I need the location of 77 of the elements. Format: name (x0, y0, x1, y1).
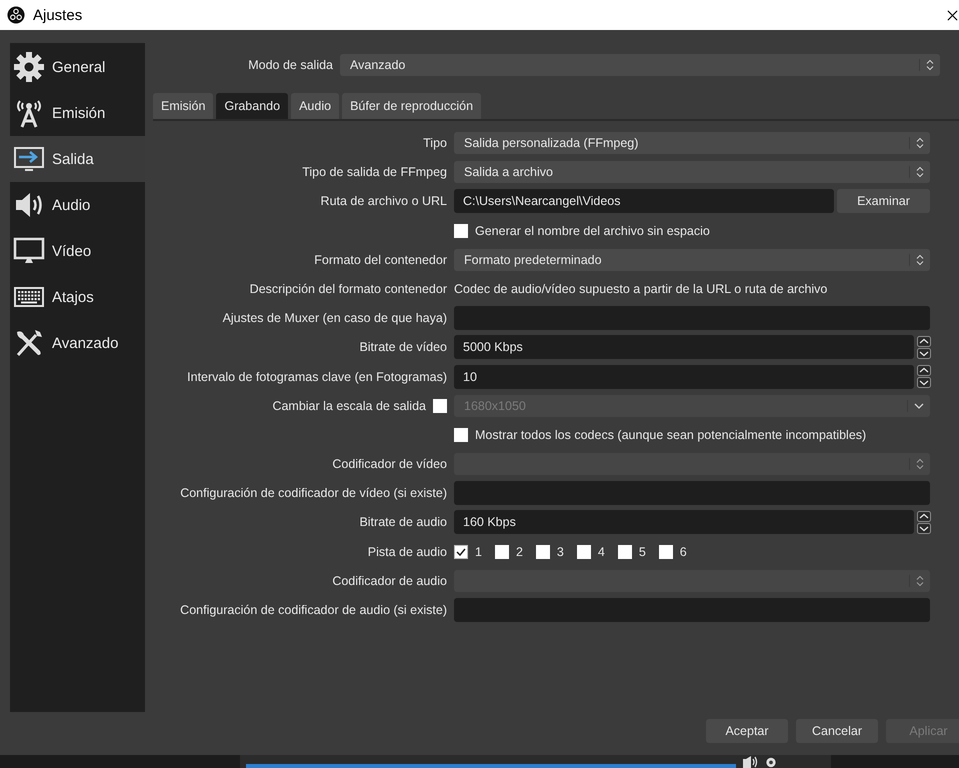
field-label: Configuración de codificador de audio (si existe) (180, 603, 447, 617)
tab[interactable]: Búfer de reproducción (342, 93, 482, 119)
field-label: Ruta de archivo o URL (320, 194, 447, 208)
input-field[interactable]: C:\Users\Nearcangel\Videos (454, 189, 834, 214)
field-label: Ajustes de Muxer (en caso de que haya) (222, 311, 447, 326)
tab[interactable]: Grabando (216, 93, 288, 119)
browse-button[interactable]: Examinar (837, 189, 930, 214)
field-label: Tipo (423, 136, 447, 150)
tab[interactable]: Emisión (153, 93, 214, 119)
checkbox-label: Generar el nombre del archivo sin espacio (475, 224, 710, 238)
spin-down-icon[interactable] (917, 522, 931, 534)
spin-up-icon[interactable] (917, 365, 931, 376)
sidebar-item[interactable]: General (10, 44, 145, 90)
up-down-arrows-icon (909, 458, 924, 470)
speaker-icon[interactable] (742, 756, 758, 768)
field-label: Tipo de salida de FFmpeg (302, 165, 447, 180)
field-label: Cambiar la escala de salida (272, 398, 426, 413)
up-down-arrows-icon (909, 166, 924, 178)
field-label: Codificador de vídeo (332, 457, 447, 472)
checkbox[interactable] (454, 544, 468, 559)
field-label: Bitrate de audio (359, 515, 447, 530)
tab[interactable]: Audio (291, 93, 340, 119)
field-label: Configuración de codificador de vídeo (si existe) (180, 486, 447, 500)
gear-icon (13, 51, 45, 83)
dialog-button[interactable]: Aceptar (706, 719, 788, 743)
sidebar-item[interactable]: Salida (10, 136, 145, 182)
field-label: Pista de audio (368, 544, 447, 559)
up-down-arrows-icon (909, 254, 924, 266)
gear-icon[interactable] (764, 755, 778, 768)
dropdown[interactable]: Salida a archivo (454, 161, 930, 184)
checkbox[interactable] (618, 544, 632, 559)
dropdown[interactable]: Formato predeterminado (454, 248, 930, 271)
description-text: Codec de audio/vídeo supuesto a partir de la URL o ruta de archivo (454, 282, 828, 296)
chevron-down-icon (907, 400, 924, 412)
checkbox-label: 1 (475, 544, 482, 559)
checkbox[interactable] (576, 544, 591, 559)
input-field[interactable] (454, 481, 930, 506)
up-down-arrows-icon (909, 574, 924, 587)
up-down-arrows-icon (919, 59, 934, 71)
input-field[interactable] (454, 306, 930, 330)
checkbox-label: 2 (516, 544, 523, 559)
window-title: Ajustes (33, 6, 82, 24)
checkbox-label: Mostrar todos los codecs (aunque sean potencialmente incompatibles) (475, 428, 866, 442)
field-label: Modo de salida (247, 58, 333, 72)
checkbox[interactable] (494, 544, 509, 559)
input-field[interactable] (454, 598, 930, 622)
dialog-button[interactable]: Cancelar (796, 719, 878, 743)
checkbox-label: 5 (638, 544, 646, 559)
sidebar-item[interactable]: Emisión (10, 90, 145, 136)
checkbox[interactable] (536, 544, 550, 559)
spin-up-icon[interactable] (917, 510, 931, 522)
field-label: Formato del contenedor (314, 252, 447, 267)
checkbox[interactable] (454, 428, 468, 442)
checkbox[interactable] (454, 224, 468, 238)
sidebar-item[interactable]: Vídeo (10, 228, 145, 274)
logo-icon (7, 6, 25, 24)
checkbox-label: 6 (680, 544, 687, 559)
field-label: Bitrate de vídeo (359, 340, 447, 354)
spin-down-icon[interactable] (917, 377, 931, 388)
number-field[interactable]: 5000 Kbps (454, 335, 914, 360)
field-label: Descripción del formato contenedor (250, 282, 447, 296)
close-icon[interactable] (947, 10, 958, 20)
number-field[interactable]: 160 Kbps (454, 510, 914, 534)
checkbox-label: 4 (598, 544, 605, 559)
up-down-arrows-icon (909, 137, 924, 149)
sidebar-item[interactable]: Atajos (10, 274, 145, 320)
number-field[interactable]: 10 (454, 364, 914, 388)
checkbox-label: 3 (556, 544, 564, 559)
sidebar-item[interactable]: Audio (10, 182, 145, 228)
field-label: Codificador de audio (332, 574, 447, 588)
spin-down-icon[interactable] (917, 348, 931, 359)
sidebar-item[interactable]: Avanzado (10, 320, 145, 366)
field-label: Intervalo de fotogramas clave (en Fotogramas) (187, 370, 447, 384)
output-mode-dropdown[interactable]: Avanzado (340, 54, 940, 76)
spin-up-icon[interactable] (917, 336, 931, 347)
dropdown[interactable]: Salida personalizada (FFmpeg) (454, 132, 930, 154)
checkbox[interactable] (658, 544, 673, 559)
